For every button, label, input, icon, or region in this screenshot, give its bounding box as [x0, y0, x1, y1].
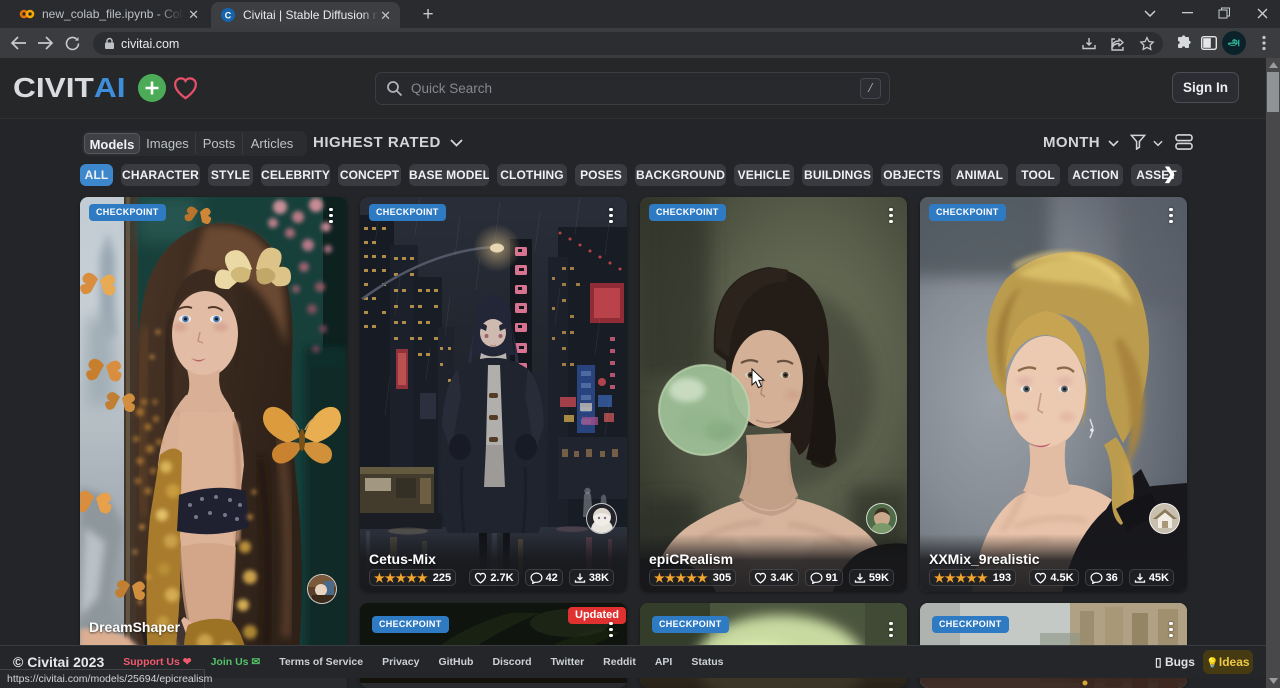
svg-text:C: C: [225, 11, 232, 21]
